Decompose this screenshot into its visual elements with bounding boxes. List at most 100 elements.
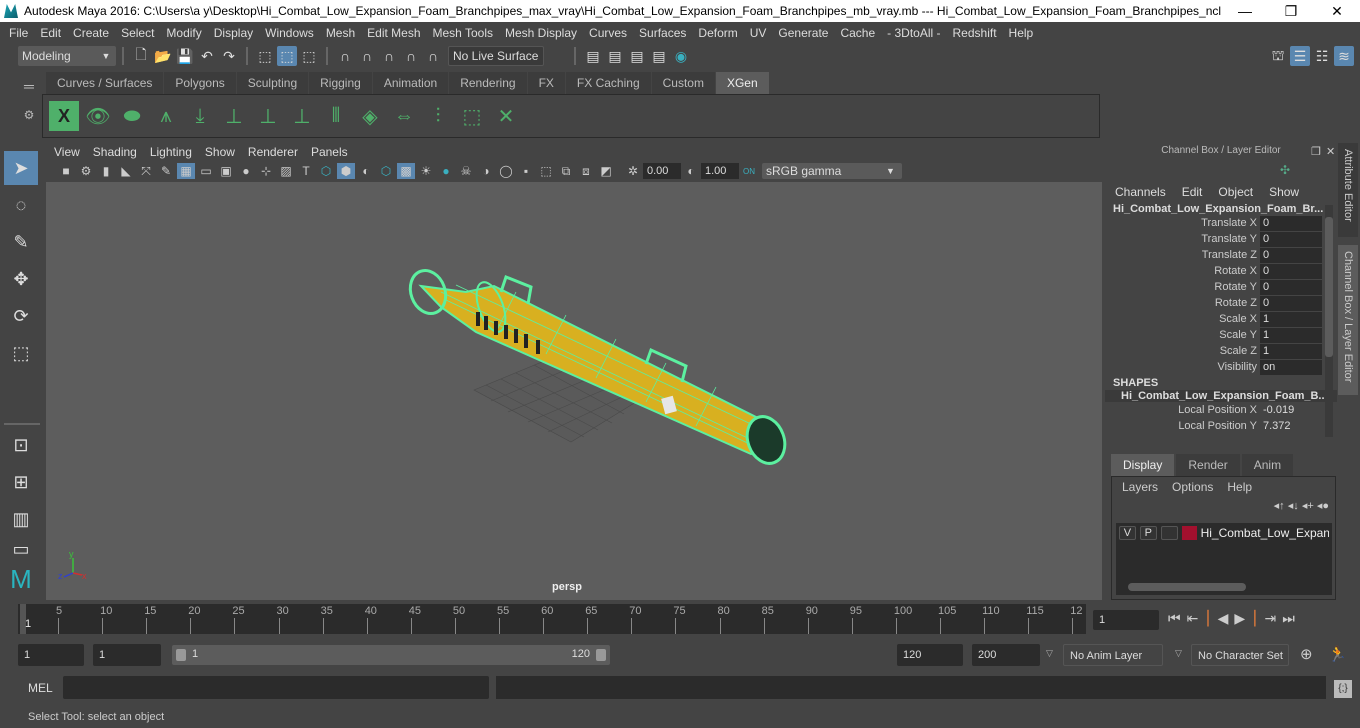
minimize-button[interactable]: — [1222, 3, 1268, 19]
viewport-menu-shading[interactable]: Shading [93, 145, 137, 159]
go-to-start-icon[interactable]: ⏮ [1168, 610, 1181, 627]
grid-icon[interactable]: ▦ [177, 163, 195, 179]
move-layer-up-icon[interactable]: ◂↑ [1274, 500, 1285, 512]
menu-edit[interactable]: Edit [34, 26, 67, 40]
snap-curve-icon[interactable]: ∩ [357, 46, 377, 66]
viewport-menu-lighting[interactable]: Lighting [150, 145, 192, 159]
viewport-menu-renderer[interactable]: Renderer [248, 145, 298, 159]
graph-layout-icon[interactable]: ▭ [4, 539, 38, 559]
tab-xgen[interactable]: XGen [715, 72, 769, 94]
channel-scrollbar[interactable] [1325, 205, 1333, 437]
step-back-key-icon[interactable]: ⇤ [1187, 610, 1199, 627]
xray-icon[interactable]: ⬡ [377, 163, 395, 179]
playback-start-field[interactable]: 1 [93, 644, 161, 666]
layer-color-swatch[interactable] [1181, 526, 1197, 540]
viewport-menu-show[interactable]: Show [205, 145, 235, 159]
show-guides-icon[interactable]: ⊥ [253, 101, 283, 131]
channel-row[interactable]: Translate X0 [1105, 215, 1337, 231]
edit-menu[interactable]: Edit [1182, 185, 1203, 199]
shape-channel-row[interactable]: Local Position Y 7.372 [1105, 418, 1337, 434]
camera-attributes-icon[interactable]: ⚙ [77, 163, 95, 179]
layer-display-type-toggle[interactable] [1160, 526, 1178, 540]
anti-aliasing-icon[interactable]: ◯ [497, 163, 515, 179]
toggle-preview-icon[interactable]: 👁 [83, 101, 113, 131]
options-menu[interactable]: Options [1172, 480, 1213, 494]
resolution-gate-icon[interactable]: ▣ [217, 163, 235, 179]
layer-playback-toggle[interactable]: P [1139, 526, 1157, 540]
channel-value[interactable]: 0 [1260, 279, 1322, 295]
channel-row[interactable]: Scale Z1 [1105, 343, 1337, 359]
viewport-menu-view[interactable]: View [54, 145, 80, 159]
start-time-field[interactable]: 1 [18, 644, 84, 666]
groom-grid-icon[interactable]: ◈ [355, 101, 385, 131]
xray-active-icon[interactable]: ⧈ [577, 163, 595, 179]
end-time-field[interactable]: 200 [972, 644, 1040, 666]
range-slider[interactable]: 1 120 [172, 645, 610, 665]
scale-tool-icon[interactable]: ⬚ [4, 336, 38, 370]
menu-mesh[interactable]: Mesh [320, 26, 361, 40]
menu-display[interactable]: Display [208, 26, 259, 40]
menu-uv[interactable]: UV [744, 26, 773, 40]
outliner-layout-icon[interactable]: ▥ [4, 502, 38, 536]
select-guides-icon[interactable]: ⫶ [423, 101, 453, 131]
snap-live-icon[interactable]: ∩ [423, 46, 443, 66]
split-guides-icon[interactable]: ⫴ [321, 101, 351, 131]
channel-box-tab[interactable]: Channel Box / Layer Editor [1338, 245, 1358, 395]
tab-anim[interactable]: Anim [1241, 454, 1294, 476]
move-tool-icon[interactable]: ✥ [4, 262, 38, 296]
step-back-frame-icon[interactable]: ⎮ [1204, 610, 1211, 627]
tab-curves-surfaces[interactable]: Curves / Surfaces [46, 72, 164, 94]
ipr-render-icon[interactable]: ▤ [627, 46, 647, 66]
depth-of-field-icon[interactable]: ▪ [517, 163, 535, 179]
layer-row[interactable]: V P Hi_Combat_Low_Expansi [1116, 523, 1332, 543]
render-view-icon[interactable]: ▤ [583, 46, 603, 66]
channel-value[interactable]: 1 [1260, 311, 1322, 327]
new-empty-layer-icon[interactable]: ◂+ [1302, 500, 1314, 512]
place-guides-icon[interactable]: ⤓ [185, 101, 215, 131]
open-scene-icon[interactable]: 📂 [153, 46, 173, 66]
range-start-handle[interactable] [176, 649, 186, 661]
channel-row[interactable]: Rotate Y0 [1105, 279, 1337, 295]
layer-hscrollbar[interactable] [1116, 583, 1332, 593]
camera-icon[interactable]: ■ [57, 163, 75, 179]
guide-box-icon[interactable]: ⬚ [457, 101, 487, 131]
step-forward-frame-icon[interactable]: ⎮ [1251, 610, 1258, 627]
maya-home-icon[interactable]: M [4, 562, 38, 596]
shelf-menu-icon[interactable]: ═ [18, 78, 40, 94]
menu-deform[interactable]: Deform [692, 26, 743, 40]
channel-box-toggle-icon[interactable]: ≋ [1334, 46, 1354, 66]
safe-action-icon[interactable]: ▨ [277, 163, 295, 179]
select-tool-icon[interactable]: ➤ [4, 151, 38, 185]
perspective-viewport[interactable]: y x z persp [46, 182, 1102, 600]
paint-select-tool-icon[interactable]: ✎ [4, 225, 38, 259]
lights-icon[interactable]: ☀ [417, 163, 435, 179]
2d-pan-zoom-icon[interactable]: ⤧ [137, 163, 155, 179]
ambient-occlusion-icon[interactable]: ☠ [457, 163, 475, 179]
menu-create[interactable]: Create [67, 26, 115, 40]
isolate-select-icon[interactable]: ⬚ [537, 163, 555, 179]
channel-row[interactable]: Scale X1 [1105, 311, 1337, 327]
foam-branchpipe-mesh[interactable] [405, 266, 792, 469]
exposure-icon[interactable]: ✲ [624, 163, 642, 179]
channel-value[interactable]: 0 [1260, 263, 1322, 279]
new-scene-icon[interactable]: 🗋 [131, 46, 151, 66]
render-current-icon[interactable]: ▤ [605, 46, 625, 66]
channel-value[interactable]: 7.372 [1260, 419, 1322, 434]
maximize-button[interactable]: ❐ [1268, 3, 1314, 20]
smooth-shade-icon[interactable]: ⬢ [337, 163, 355, 179]
channel-value[interactable]: on [1260, 359, 1322, 375]
object-menu[interactable]: Object [1218, 185, 1253, 199]
show-menu[interactable]: Show [1269, 185, 1299, 199]
manipulator-icon[interactable]: ✣ [1280, 163, 1290, 177]
menu-modify[interactable]: Modify [160, 26, 207, 40]
attribute-editor-tab[interactable]: Attribute Editor [1338, 143, 1358, 237]
color-management-toggle-icon[interactable]: ON [740, 163, 758, 179]
undo-icon[interactable]: ↶ [197, 46, 217, 66]
add-guide-icon[interactable]: ⊥ [219, 101, 249, 131]
channels-menu[interactable]: Channels [1115, 185, 1166, 199]
select-component-icon[interactable]: ⬚ [299, 46, 319, 66]
hypershade-icon[interactable]: ◉ [671, 46, 691, 66]
menu-3dtoall[interactable]: - 3DtoAll - [881, 26, 946, 40]
modeling-toolkit-icon[interactable]: ⛫ [1268, 46, 1288, 66]
attribute-editor-toggle-icon[interactable]: ☰ [1290, 46, 1310, 66]
